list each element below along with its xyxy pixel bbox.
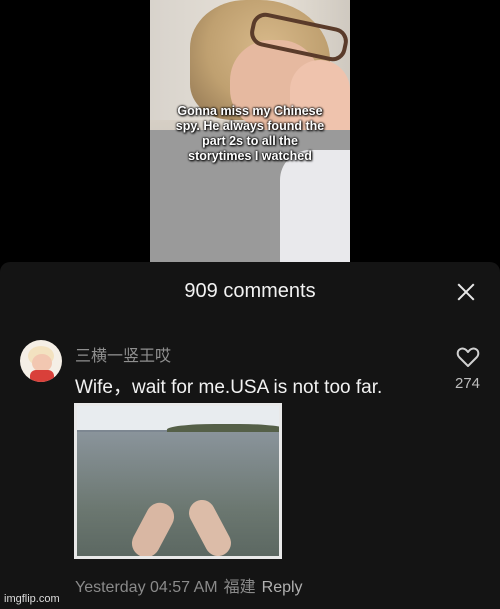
caption-line: storytimes I watched <box>188 149 312 163</box>
heart-outline-icon[interactable] <box>456 346 480 368</box>
comment-image[interactable] <box>74 403 282 559</box>
like-count: 274 <box>455 375 481 392</box>
comment-location: 福建 <box>223 579 256 596</box>
caption-line: part 2s to all the <box>202 134 298 148</box>
watermark: imgflip.com <box>4 593 60 605</box>
comment-meta: Yesterday 04:57 AM 福建 Reply <box>75 573 309 597</box>
reply-button[interactable]: Reply <box>262 579 303 596</box>
comment-text: Wife，wait for me.USA is not too far. <box>75 377 383 398</box>
video-sleeve <box>280 150 350 262</box>
comment-timestamp: Yesterday 04:57 AM <box>75 579 218 596</box>
avatar[interactable] <box>20 340 62 382</box>
video-caption: Gonna miss my Chinese spy. He always fou… <box>150 104 350 164</box>
comments-count-title: 909 comments <box>184 280 316 302</box>
caption-line: Gonna miss my Chinese <box>177 104 323 118</box>
close-icon[interactable] <box>456 282 476 302</box>
comment-username[interactable]: 三横一竖王哎 <box>75 342 171 366</box>
comments-panel: 909 comments 三横一竖王哎 Wife，wait for me.USA… <box>0 262 500 609</box>
avatar-body <box>30 370 54 382</box>
caption-line: spy. He always found the <box>175 119 325 133</box>
